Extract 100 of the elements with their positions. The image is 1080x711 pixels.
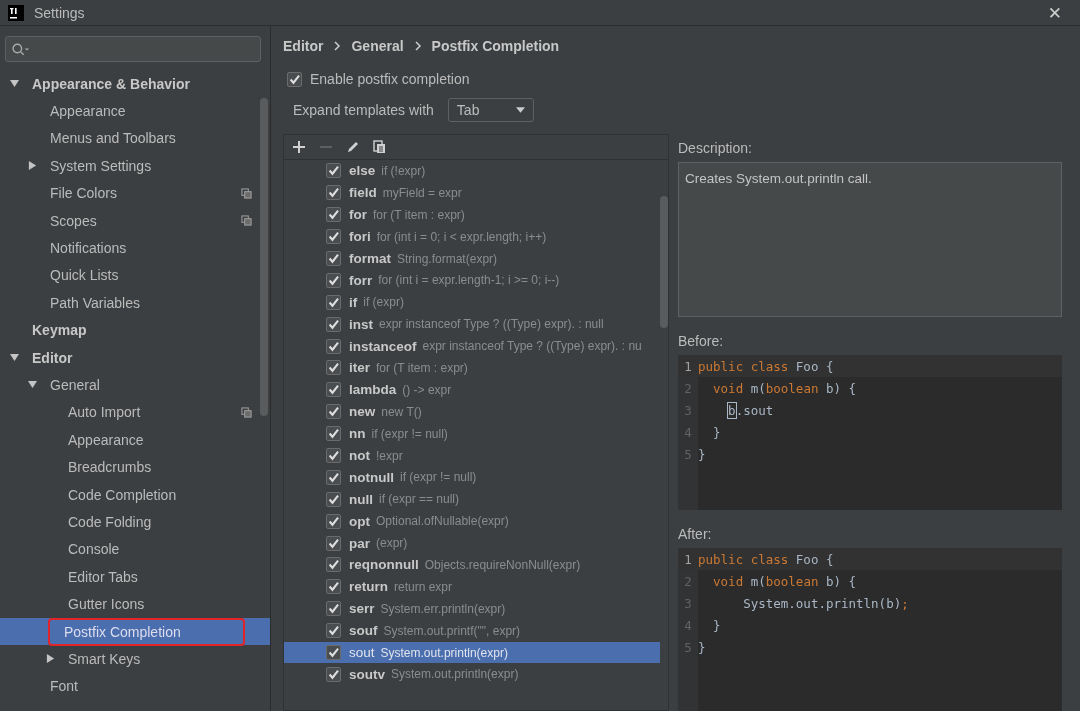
template-row[interactable]: format String.format(expr) (284, 247, 660, 270)
checkbox[interactable] (326, 469, 341, 485)
checkbox[interactable] (326, 382, 341, 398)
template-row[interactable]: else if (!expr) (284, 160, 660, 182)
tree-item[interactable]: General (0, 371, 270, 399)
template-row[interactable]: instanceof expr instanceof Type ? ((Type) expr). : nu (284, 335, 660, 357)
template-row[interactable]: inst expr instanceof Type ? ((Type) expr). : null (284, 313, 660, 336)
section-label: Before: (678, 332, 725, 351)
tree-item[interactable]: Auto Import (0, 398, 270, 427)
checkbox[interactable] (326, 535, 341, 551)
code-line: } (698, 639, 706, 655)
scrollbar[interactable] (660, 196, 668, 328)
line-number: 1 (683, 358, 693, 374)
code-line: System.out.println(b); (742, 595, 909, 611)
tree-item[interactable]: Editor Tabs (0, 563, 270, 591)
tree-item[interactable]: Gutter Icons (0, 590, 270, 618)
tree-item[interactable]: Postfix Completion (0, 617, 270, 646)
breadcrumb-item: General (351, 38, 404, 54)
template-row[interactable]: nn if (expr != null) (284, 422, 660, 445)
description-text: Creates System.out.println call. (685, 171, 872, 186)
checkbox[interactable] (326, 448, 341, 463)
checkbox[interactable] (326, 185, 341, 201)
edit-icon[interactable] (346, 140, 360, 154)
search-icon (12, 42, 29, 56)
checkbox[interactable] (326, 491, 341, 507)
checkbox[interactable] (326, 338, 341, 354)
tree-item[interactable]: Quick Lists (0, 261, 270, 290)
tree-item[interactable]: Console (0, 535, 270, 564)
template-row[interactable]: for for (T item : expr) (284, 203, 660, 226)
tree-item[interactable]: Appearance & Behavior (0, 70, 270, 98)
checkbox[interactable] (326, 579, 341, 595)
template-row[interactable]: iter for (T item : expr) (284, 357, 660, 379)
checkbox[interactable] (287, 71, 302, 87)
template-row[interactable]: not !expr (284, 444, 660, 467)
tree-item[interactable]: File Colors (0, 179, 270, 207)
checkbox[interactable] (326, 272, 341, 288)
checkbox[interactable] (326, 207, 341, 223)
template-row[interactable]: sout System.out.println(expr) (284, 641, 660, 664)
chevron-icon (413, 41, 422, 51)
checkbox[interactable] (326, 666, 341, 682)
code-line: b.sout (727, 402, 774, 418)
checkbox[interactable] (326, 645, 341, 661)
checkbox[interactable] (326, 294, 341, 310)
code-line: void m(boolean b) { (712, 573, 857, 589)
template-row[interactable]: serr System.err.println(expr) (284, 597, 660, 620)
close-button[interactable]: ✕ (1037, 2, 1072, 23)
dropdown[interactable]: Tab (447, 98, 534, 122)
code-line: public class Foo { (698, 358, 834, 374)
copy-icon[interactable] (373, 140, 387, 154)
template-row[interactable]: opt Optional.ofNullable(expr) (284, 510, 660, 533)
checkbox[interactable] (326, 251, 341, 266)
tree-item[interactable]: Breadcrumbs (0, 453, 270, 481)
checkbox[interactable] (326, 557, 341, 573)
template-row[interactable]: par (expr) (284, 532, 660, 555)
template-row[interactable]: return return expr (284, 575, 660, 598)
tree-item[interactable]: Scopes (0, 206, 270, 235)
code-line: } (712, 424, 721, 440)
tree-item[interactable]: Font (0, 672, 270, 700)
template-row[interactable]: new new T() (284, 400, 660, 423)
template-row[interactable]: field myField = expr (284, 181, 660, 204)
tree-item[interactable]: Editor (0, 343, 270, 372)
tree-item[interactable]: Notifications (0, 234, 270, 262)
checkbox[interactable] (326, 229, 341, 245)
checkbox[interactable] (326, 426, 341, 442)
checkbox[interactable] (326, 316, 341, 332)
template-row[interactable]: reqnonnull Objects.requireNonNull(expr) (284, 554, 660, 576)
code-line: public class Foo { (698, 551, 834, 567)
add-icon[interactable] (292, 140, 306, 154)
tree-item[interactable]: Smart Keys (0, 645, 270, 673)
checkbox-label: Enable postfix completion (310, 71, 470, 87)
tree-item[interactable]: Code Folding (0, 508, 270, 536)
section-label: After: (678, 525, 713, 544)
checkbox[interactable] (326, 404, 341, 420)
checkbox[interactable] (326, 623, 341, 639)
template-row[interactable]: lambda () -> expr (284, 378, 660, 401)
checkbox[interactable] (326, 601, 341, 617)
tree-item[interactable]: Code Completion (0, 480, 270, 509)
tree-item[interactable]: Appearance (0, 97, 270, 125)
dropdown-arrow-icon (515, 107, 525, 113)
tree-item[interactable]: Menus and Toolbars (0, 124, 270, 153)
tree-item[interactable]: Keymap (0, 316, 270, 344)
checkbox[interactable] (326, 163, 341, 179)
template-row[interactable]: souf System.out.printf("", expr) (284, 619, 660, 642)
template-row[interactable]: if if (expr) (284, 291, 660, 314)
checkbox[interactable] (326, 360, 341, 376)
field-label: Expand templates with (293, 102, 434, 118)
tree-item[interactable]: System Settings (0, 152, 270, 180)
template-row[interactable]: null if (expr == null) (284, 488, 660, 511)
template-row[interactable]: notnull if (expr != null) (284, 466, 660, 489)
tree-item[interactable]: Path Variables (0, 289, 270, 317)
template-row[interactable]: soutv System.out.println(expr) (284, 663, 660, 686)
template-row[interactable]: forr for (int i = expr.length-1; i >= 0; i--) (284, 269, 660, 292)
search-field[interactable] (5, 36, 261, 62)
line-number: 1 (683, 551, 693, 567)
scrollbar[interactable] (260, 98, 268, 416)
code-line: } (712, 617, 721, 633)
tree-item[interactable]: Appearance (0, 426, 270, 454)
code-line: } (698, 446, 706, 462)
checkbox[interactable] (326, 513, 341, 529)
window-title: Settings (34, 4, 85, 21)
